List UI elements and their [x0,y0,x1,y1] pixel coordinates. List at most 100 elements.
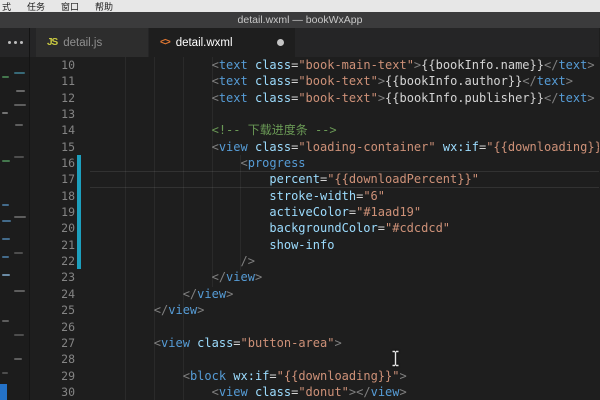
code-line[interactable]: 24 </view> [30,286,599,302]
code-line[interactable]: 17 percent="{{downloadPercent}}" [30,171,599,187]
code-line[interactable]: 19 activeColor="#1aad19" [30,204,599,220]
menubar-item-help[interactable]: 帮助 [95,0,113,13]
code-line-text: backgroundColor="#cdcdcd" [96,220,599,236]
gutter[interactable] [75,237,96,253]
macos-menu-bar: 式 任务 窗口 帮助 [0,0,600,12]
tab-label: detail.js [63,37,102,49]
menubar-item-tasks[interactable]: 任务 [27,0,45,13]
code-line[interactable]: 21 show-info [30,237,599,253]
code-line[interactable]: 16 <progress [30,155,599,171]
code-line-text: <view class="donut"></view> [96,384,599,400]
code-line-text [96,106,599,122]
code-line-text: <progress [96,155,599,171]
code-line[interactable]: 20 backgroundColor="#cdcdcd" [30,220,599,236]
code-line[interactable]: 13 [30,106,599,122]
gutter[interactable] [75,73,96,89]
code-line[interactable]: 26 [30,319,599,335]
code-line-text: <text class="book-text">{{bookInfo.publi… [96,90,599,106]
code-line[interactable]: 22 /> [30,253,599,269]
code-line[interactable]: 11 <text class="book-text">{{bookInfo.au… [30,73,599,89]
code-line-text: <view class="button-area"> [96,335,599,351]
code-line[interactable]: 25 </view> [30,302,599,318]
code-line[interactable]: 30 <view class="donut"></view> [30,384,599,400]
gutter[interactable] [75,122,96,138]
modified-lines-indicator [77,155,81,171]
ellipsis-icon [8,41,11,44]
gutter[interactable] [75,106,96,122]
gutter[interactable] [75,335,96,351]
line-number[interactable]: 21 [30,237,75,253]
code-line[interactable]: 18 stroke-width="6" [30,188,599,204]
line-number[interactable]: 23 [30,269,75,285]
code-line-text: </view> [96,302,599,318]
code-line[interactable]: 14 <!-- 下载进度条 --> [30,122,599,138]
line-number[interactable]: 16 [30,155,75,171]
tab-detail-js[interactable]: JS detail.js [36,28,148,57]
line-number[interactable]: 30 [30,384,75,400]
line-number[interactable]: 25 [30,302,75,318]
code-line-text: <text class="book-main-text">{{bookInfo.… [96,57,599,73]
gutter[interactable] [75,139,96,155]
code-line[interactable]: 12 <text class="book-text">{{bookInfo.pu… [30,90,599,106]
line-number[interactable]: 19 [30,204,75,220]
line-number[interactable]: 26 [30,319,75,335]
line-number[interactable]: 18 [30,188,75,204]
gutter[interactable] [75,253,96,269]
code-line[interactable]: 29 <block wx:if="{{downloading}}"> [30,368,599,384]
menubar-item-debug-partial[interactable]: 式 [2,0,11,13]
gutter[interactable] [75,171,96,187]
gutter[interactable] [75,319,96,335]
gutter[interactable] [75,220,96,236]
gutter[interactable] [75,155,96,171]
code-line[interactable]: 10 <text class="book-main-text">{{bookIn… [30,57,599,73]
menubar-item-window[interactable]: 窗口 [61,0,79,13]
window-title: detail.wxml — bookWxApp [238,14,363,26]
modified-lines-indicator [77,220,81,236]
gutter[interactable] [75,351,96,367]
gutter[interactable] [75,286,96,302]
tab-detail-wxml[interactable]: <> detail.wxml [149,28,295,57]
line-number[interactable]: 15 [30,139,75,155]
code-line-text: /> [96,253,599,269]
line-number[interactable]: 14 [30,122,75,138]
line-number[interactable]: 22 [30,253,75,269]
line-number[interactable]: 20 [30,220,75,236]
code-line-text: show-info [96,237,599,253]
gutter[interactable] [75,302,96,318]
line-number[interactable]: 24 [30,286,75,302]
line-number[interactable]: 17 [30,171,75,187]
gutter[interactable] [75,368,96,384]
editor-group: JS detail.js <> detail.wxml 10 <text cla… [30,28,599,400]
code-line[interactable]: 28 [30,351,599,367]
line-number[interactable]: 13 [30,106,75,122]
modified-lines-indicator [77,204,81,220]
code-line[interactable]: 27 <view class="button-area"> [30,335,599,351]
gutter[interactable] [75,269,96,285]
code-editor[interactable]: 10 <text class="book-main-text">{{bookIn… [30,57,599,400]
gutter[interactable] [75,204,96,220]
line-number[interactable]: 27 [30,335,75,351]
gutter[interactable] [75,90,96,106]
modified-lines-indicator [77,171,81,187]
editor-actions-more-button[interactable] [0,28,29,57]
line-number[interactable]: 11 [30,73,75,89]
tab-label: detail.wxml [176,37,233,49]
gutter[interactable] [75,188,96,204]
code-line-text: </view> [96,286,599,302]
line-number[interactable]: 10 [30,57,75,73]
code-line-text: <view class="loading-container" wx:if="{… [96,139,599,155]
code-line[interactable]: 15 <view class="loading-container" wx:if… [30,139,599,155]
gutter[interactable] [75,57,96,73]
line-number[interactable]: 29 [30,368,75,384]
line-number[interactable]: 28 [30,351,75,367]
minimap-strip[interactable] [0,28,30,400]
line-number[interactable]: 12 [30,90,75,106]
ellipsis-icon [14,41,17,44]
window-title-bar: detail.wxml — bookWxApp [0,12,600,28]
modified-dot-icon[interactable] [277,39,284,46]
gutter[interactable] [75,384,96,400]
minimap-highlight [0,384,7,400]
code-line[interactable]: 23 </view> [30,269,599,285]
code-line-text: <block wx:if="{{downloading}}"> [96,368,599,384]
code-line-text: </view> [96,269,599,285]
